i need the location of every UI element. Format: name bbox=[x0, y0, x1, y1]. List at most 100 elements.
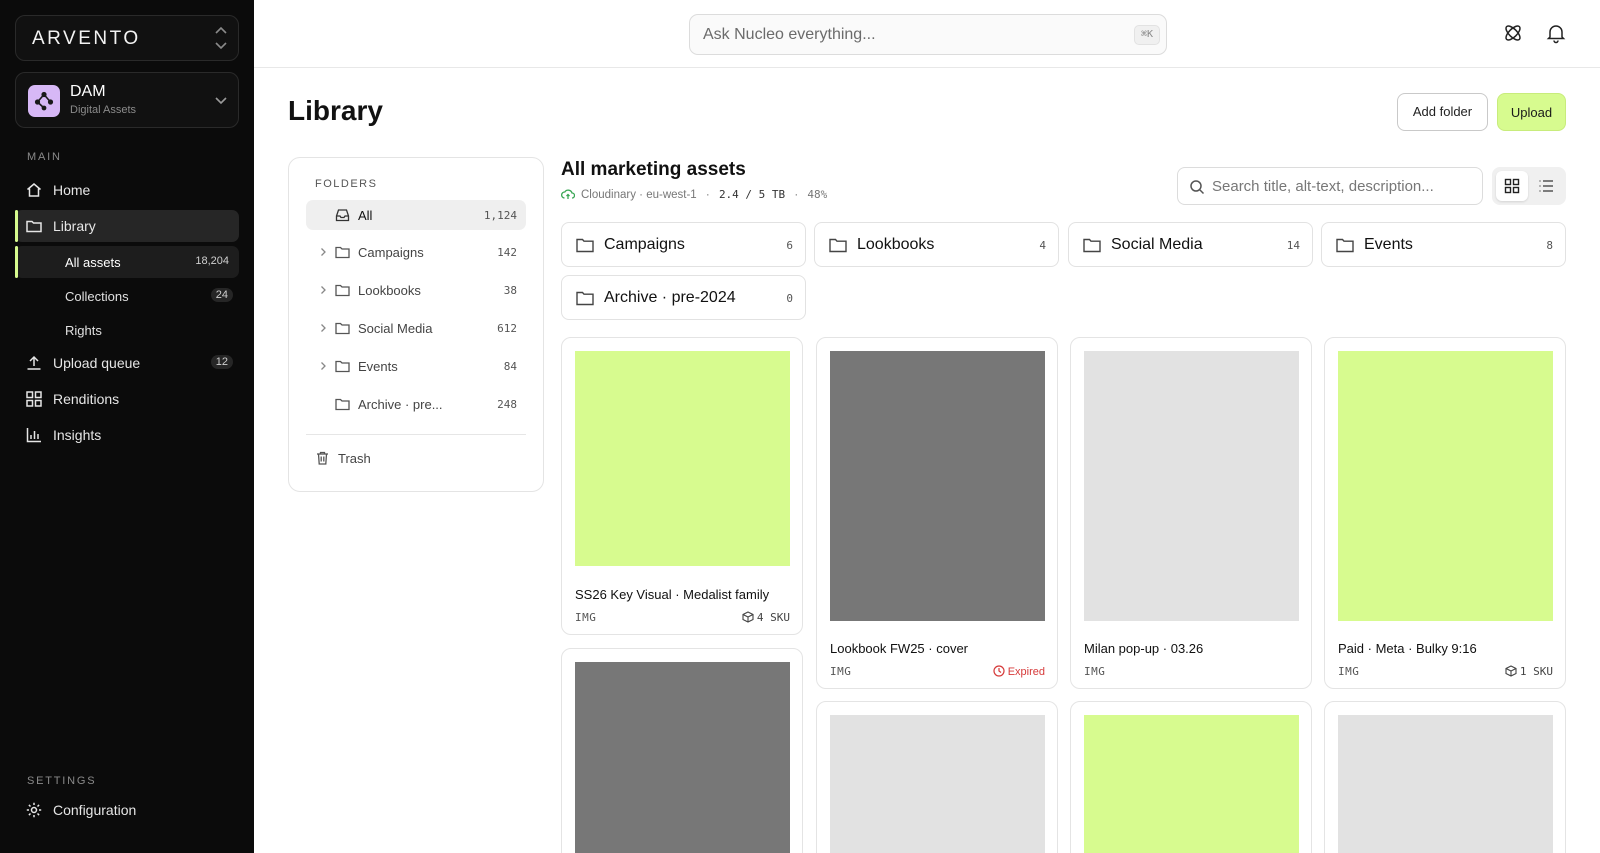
active-indicator bbox=[15, 210, 18, 242]
asset-thumbnail bbox=[1084, 351, 1299, 621]
bell-icon[interactable] bbox=[1545, 22, 1567, 44]
folder-tile-social-media[interactable]: Social Media 14 bbox=[1068, 222, 1313, 267]
count-badge: 24 bbox=[210, 288, 233, 302]
folder-icon bbox=[576, 238, 594, 253]
sidebar-subitem-rights[interactable]: Rights bbox=[15, 314, 239, 346]
asset-card[interactable]: Paid · Meta · Bulky 9:16 IMG 1 SKU bbox=[1324, 337, 1566, 689]
sidebar-item-label: Upload queue bbox=[53, 355, 141, 371]
topbar: Ask Nucleo everything... ⌘K bbox=[254, 0, 1600, 68]
folder-tile-count: 4 bbox=[1039, 239, 1046, 252]
chevron-right-icon[interactable] bbox=[318, 361, 328, 371]
folder-tile-archive[interactable]: Archive · pre-2024 0 bbox=[561, 275, 806, 320]
folder-row-events[interactable]: Events 84 bbox=[306, 351, 526, 381]
asset-thumbnail bbox=[830, 715, 1045, 853]
sidebar-subitem-collections[interactable]: Collections 24 bbox=[15, 280, 239, 312]
folder-tile-lookbooks[interactable]: Lookbooks 4 bbox=[814, 222, 1059, 267]
asset-card[interactable]: Lookbook FW25 · cover IMG Expired bbox=[816, 337, 1058, 689]
add-folder-button[interactable]: Add folder bbox=[1397, 93, 1488, 131]
folder-icon bbox=[829, 238, 847, 253]
list-view-button[interactable] bbox=[1530, 171, 1562, 201]
asset-title: SS26 Key Visual · Medalist family bbox=[575, 587, 770, 602]
asset-thumbnail bbox=[1084, 715, 1299, 853]
folder-tile-count: 0 bbox=[786, 292, 793, 305]
upload-button[interactable]: Upload bbox=[1497, 93, 1566, 131]
folder-tile-events[interactable]: Events 8 bbox=[1321, 222, 1566, 267]
asset-card[interactable] bbox=[1070, 701, 1312, 853]
shortcut-hint: ⌘K bbox=[1133, 25, 1160, 45]
folder-tile-label: Lookbooks bbox=[857, 236, 935, 253]
folder-row-label: Events bbox=[358, 359, 398, 374]
workspace-switcher[interactable]: DAM Digital Assets bbox=[15, 72, 239, 128]
folder-icon bbox=[335, 360, 350, 373]
sidebar-item-renditions[interactable]: Renditions bbox=[15, 383, 239, 415]
asset-card[interactable]: SS26 Key Visual · Medalist family IMG 4 … bbox=[561, 337, 803, 635]
sidebar-subitem-label: All assets bbox=[65, 255, 121, 270]
sku-badge-text: 4 SKU bbox=[756, 611, 790, 624]
sidebar-item-upload-queue[interactable]: Upload queue 12 bbox=[15, 347, 239, 379]
divider bbox=[306, 434, 526, 435]
asset-card[interactable] bbox=[561, 648, 803, 853]
sidebar-subitem-label: Collections bbox=[65, 289, 129, 304]
grid-view-button[interactable] bbox=[1496, 171, 1528, 201]
trash-label: Trash bbox=[338, 451, 371, 466]
folder-row-lookbooks[interactable]: Lookbooks 38 bbox=[306, 275, 526, 305]
chevron-right-icon[interactable] bbox=[318, 285, 328, 295]
storage-provider: Cloudinary · eu-west-1 bbox=[581, 189, 697, 201]
grid-icon bbox=[26, 391, 42, 407]
sku-badge-text: 1 SKU bbox=[1519, 665, 1553, 678]
ai-assistant-icon[interactable] bbox=[1502, 22, 1524, 44]
folder-row-count: 38 bbox=[503, 284, 517, 297]
folder-tile-campaigns[interactable]: Campaigns 6 bbox=[561, 222, 806, 267]
package-icon bbox=[742, 611, 754, 623]
asset-card[interactable]: Milan pop-up · 03.26 IMG bbox=[1070, 337, 1312, 689]
ask-search-input[interactable]: Ask Nucleo everything... ⌘K bbox=[689, 14, 1167, 55]
sidebar-subitem-all-assets[interactable]: All assets 18,204 bbox=[15, 246, 239, 278]
sidebar-item-configuration[interactable]: Configuration bbox=[15, 794, 239, 826]
folder-icon bbox=[1083, 238, 1101, 253]
folder-row-social-media[interactable]: Social Media 612 bbox=[306, 313, 526, 343]
settings-section-label: SETTINGS bbox=[27, 775, 97, 787]
folder-icon bbox=[335, 284, 350, 297]
folder-tile-label: Social Media bbox=[1111, 236, 1203, 253]
view-toggle bbox=[1492, 167, 1566, 205]
chevron-right-icon[interactable] bbox=[318, 247, 328, 257]
asset-thumbnail bbox=[830, 351, 1045, 621]
asset-card[interactable] bbox=[1324, 701, 1566, 853]
count-badge: 18,204 bbox=[195, 255, 229, 267]
ask-search-placeholder: Ask Nucleo everything... bbox=[703, 26, 876, 43]
asset-search-input[interactable]: Search title, alt-text, description... bbox=[1177, 167, 1483, 205]
folder-row-label: Campaigns bbox=[358, 245, 424, 260]
asset-card[interactable] bbox=[816, 701, 1058, 853]
trash-item[interactable]: Trash bbox=[306, 443, 526, 473]
folder-icon bbox=[26, 220, 42, 233]
sidebar-item-insights[interactable]: Insights bbox=[15, 419, 239, 451]
folder-row-archive[interactable]: Archive · pre... 248 bbox=[306, 389, 526, 419]
folder-tile-count: 14 bbox=[1286, 239, 1300, 252]
page-title: Library bbox=[288, 95, 383, 126]
sidebar-item-label: Renditions bbox=[53, 391, 120, 407]
bar-chart-icon bbox=[26, 428, 41, 443]
folder-row-all[interactable]: All 1,124 bbox=[306, 200, 526, 230]
asset-title: Lookbook FW25 · cover bbox=[830, 641, 969, 656]
sidebar-item-label: Home bbox=[53, 182, 91, 198]
brand-name: ARVENTO bbox=[32, 28, 141, 49]
folder-tile-label: Events bbox=[1364, 236, 1413, 253]
asset-title: Paid · Meta · Bulky 9:16 bbox=[1338, 641, 1477, 656]
folder-icon bbox=[1336, 238, 1354, 253]
sidebar-item-home[interactable]: Home bbox=[15, 174, 239, 206]
folder-row-campaigns[interactable]: Campaigns 142 bbox=[306, 237, 526, 267]
main-section-label: MAIN bbox=[27, 151, 62, 163]
active-indicator bbox=[15, 246, 18, 278]
asset-type: IMG bbox=[1338, 665, 1360, 678]
folders-panel: FOLDERS All 1,124 Campaigns 142 Lookbook… bbox=[288, 157, 544, 492]
folder-row-label: Archive · pre... bbox=[358, 397, 443, 412]
inbox-icon bbox=[335, 209, 350, 222]
brand-switcher[interactable]: ARVENTO bbox=[15, 15, 239, 61]
folder-icon bbox=[576, 291, 594, 306]
workspace-logo-icon bbox=[28, 85, 60, 117]
chevron-right-icon[interactable] bbox=[318, 323, 328, 333]
asset-search-placeholder: Search title, alt-text, description... bbox=[1212, 178, 1434, 195]
sidebar-item-library[interactable]: Library bbox=[15, 210, 239, 242]
asset-type: IMG bbox=[575, 611, 597, 624]
collection-meta: Cloudinary · eu-west-1 · 2.4 / 5 TB · 48… bbox=[561, 188, 827, 201]
